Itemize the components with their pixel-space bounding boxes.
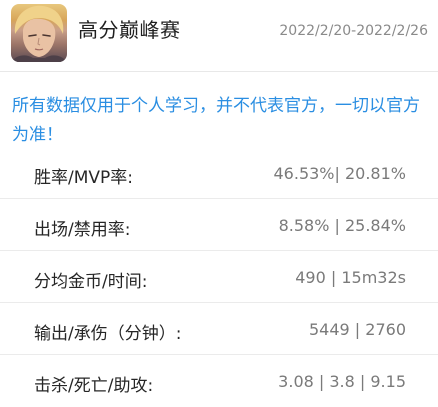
stat-value: 3.08 | 3.8 | 9.15 [278, 372, 406, 391]
stat-row-damage-taken: 输出/承伤（分钟）: 5449 | 2760 [0, 303, 438, 355]
hero-avatar[interactable] [11, 4, 67, 62]
stat-label: 输出/承伤（分钟）: [34, 324, 182, 344]
hero-name: 高分巅峰赛 [78, 18, 181, 42]
stat-row-pick-ban: 出场/禁用率: 8.58% | 25.84% [0, 199, 438, 251]
stat-value: 46.53%| 20.81% [273, 164, 407, 183]
stat-value: 5449 | 2760 [309, 320, 406, 339]
hero-portrait-icon [11, 5, 67, 62]
stat-value: 490 | 15m32s [295, 268, 406, 287]
card-header: 高分巅峰赛 2022/2/20-2022/2/26 [0, 0, 438, 72]
stat-label: 胜率/MVP率: [34, 168, 134, 188]
stat-value: 8.58% | 25.84% [278, 216, 406, 235]
stat-row-kda: 击杀/死亡/助攻: 3.08 | 3.8 | 9.15 [0, 355, 438, 407]
stat-row-gold-time: 分均金币/时间: 490 | 15m32s [0, 251, 438, 303]
stat-row-win-mvp: 胜率/MVP率: 46.53%| 20.81% [0, 147, 438, 199]
disclaimer-text: 所有数据仅用于个人学习，并不代表官方，一切以官方为准！ [12, 96, 420, 145]
stat-label: 分均金币/时间: [34, 272, 148, 292]
hero-stats-card: 高分巅峰赛 2022/2/20-2022/2/26 所有数据仅用于个人学习，并不… [0, 0, 438, 407]
stat-label: 击杀/死亡/助攻: [34, 376, 154, 396]
date-range: 2022/2/20-2022/2/26 [279, 23, 428, 39]
stat-label: 出场/禁用率: [34, 220, 131, 240]
stats-list: 胜率/MVP率: 46.53%| 20.81% 出场/禁用率: 8.58% | … [0, 147, 438, 407]
